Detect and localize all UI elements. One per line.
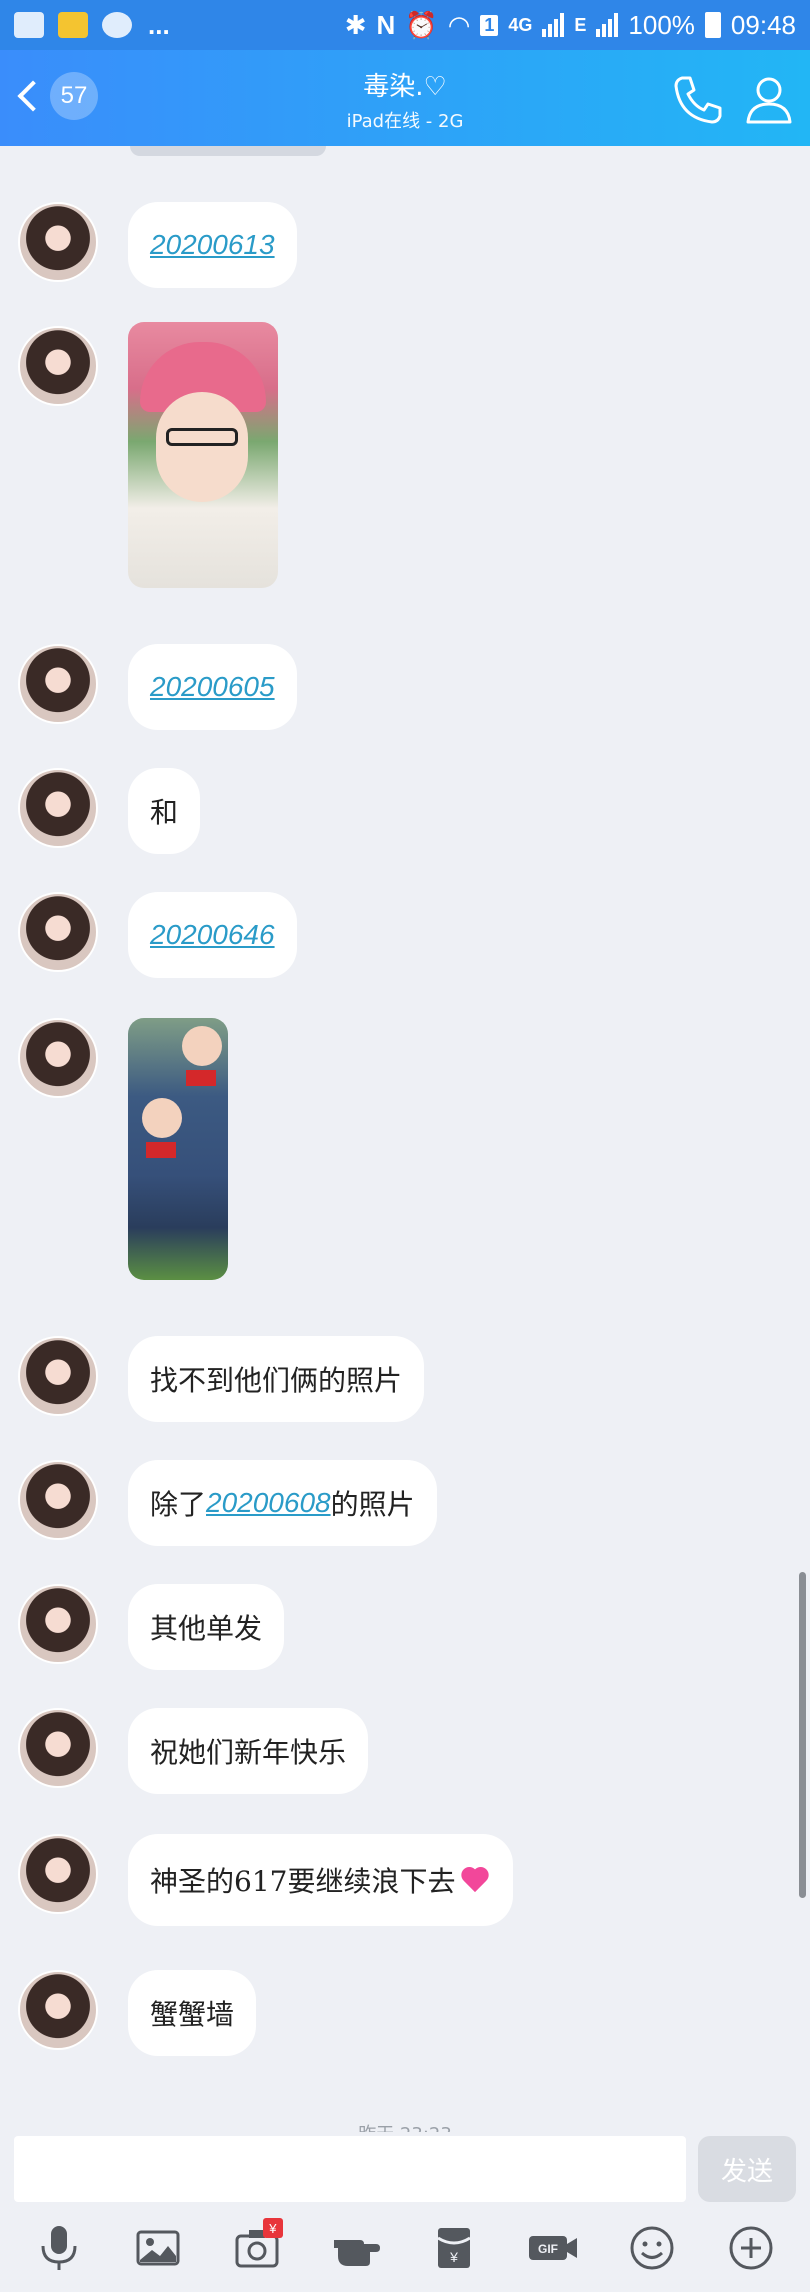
photo-content-face [156, 392, 248, 502]
message-bubble[interactable]: 20200613 [128, 202, 297, 288]
message-text: 祝她们新年快乐 [150, 1736, 347, 1769]
message-bubble[interactable]: 祝她们新年快乐 [128, 1708, 369, 1794]
nfc-icon: N [376, 9, 396, 40]
avatar[interactable] [18, 326, 98, 406]
camera-badge: ¥ [262, 2218, 283, 2238]
message-text: 其他单发 [150, 1612, 263, 1645]
input-bar: 发送 [0, 2132, 810, 2204]
photo-content-person [142, 1098, 182, 1138]
message-bubble[interactable]: 蟹蟹墙 [128, 1970, 257, 2056]
avatar[interactable] [18, 1460, 98, 1540]
person-icon [746, 77, 792, 124]
signal-icon-secondary [596, 13, 619, 37]
avatar[interactable] [18, 1970, 98, 2050]
voice-button[interactable] [29, 2218, 89, 2278]
emoji-icon [630, 2226, 674, 2270]
avatar[interactable] [18, 644, 98, 724]
avatar[interactable] [18, 1708, 98, 1788]
photo-content-person [182, 1026, 222, 1066]
photo-content-scarf [146, 1142, 176, 1158]
more-notifications-indicator: ... [148, 9, 170, 40]
input-toolbar: ¥ ¥ GIF [0, 2204, 810, 2292]
poke-hand-icon [333, 2240, 380, 2266]
heart-emoji-icon [459, 1866, 491, 1894]
photo-message[interactable] [128, 322, 278, 588]
gif-button[interactable]: GIF [523, 2218, 583, 2278]
phone-icon [674, 76, 722, 124]
message-bubble[interactable]: 神圣的617要继续浪下去 [128, 1834, 514, 1926]
gallery-notification-icon [14, 12, 44, 38]
message-text: 神圣的617要继续浪下去 [150, 1865, 456, 1898]
signal-icon [542, 13, 565, 37]
microphone-icon [41, 2226, 77, 2270]
message-text-suffix: 的照片 [330, 1488, 415, 1521]
message-text: 蟹蟹墙 [150, 1998, 235, 2031]
sim-indicator: 1 [480, 14, 499, 36]
gif-icon: GIF [529, 2236, 578, 2260]
message-link[interactable]: 20200613 [150, 229, 275, 261]
message-link[interactable]: 20200608 [206, 1487, 331, 1519]
voice-call-button[interactable] [668, 70, 726, 128]
message-input[interactable] [14, 2136, 686, 2202]
emoji-button[interactable] [622, 2218, 682, 2278]
battery-level: 100% [628, 9, 695, 40]
photo-content-glasses [166, 428, 238, 446]
message-bubble[interactable]: 20200605 [128, 644, 297, 730]
gif-label: GIF [538, 2242, 558, 2256]
image-icon [136, 2230, 180, 2266]
avatar[interactable] [18, 202, 98, 282]
avatar[interactable] [18, 892, 98, 972]
red-packet-label: ¥ [449, 2249, 458, 2265]
poke-button[interactable] [326, 2218, 386, 2278]
camera-button[interactable]: ¥ [227, 2218, 287, 2278]
app-notification-icon [102, 12, 132, 38]
avatar[interactable] [18, 1584, 98, 1664]
red-packet-icon: ¥ [437, 2228, 472, 2268]
message-bubble[interactable]: 其他单发 [128, 1584, 285, 1670]
message-bubble[interactable]: 找不到他们俩的照片 [128, 1336, 425, 1422]
network-type: 4G [508, 14, 533, 35]
scrollbar[interactable] [799, 1572, 806, 1898]
clock: 09:48 [730, 9, 796, 40]
message-list[interactable]: 20200613 20200605 和 20200646 找不到他们俩的照片 除… [0, 146, 810, 2136]
message-link[interactable]: 20200605 [150, 671, 275, 703]
star-app-notification-icon [58, 12, 88, 38]
previous-message-edge [130, 146, 326, 156]
message-bubble[interactable]: 除了 20200608 的照片 [128, 1460, 437, 1546]
red-packet-button[interactable]: ¥ [424, 2218, 484, 2278]
avatar[interactable] [18, 1336, 98, 1416]
profile-button[interactable] [740, 70, 798, 128]
more-button[interactable] [721, 2218, 781, 2278]
avatar[interactable] [18, 1834, 98, 1914]
chat-header: 57 毒染.♡ iPad在线 - 2G [0, 50, 810, 146]
message-text: 找不到他们俩的照片 [150, 1364, 403, 1397]
photo-message[interactable] [128, 1018, 228, 1280]
send-button[interactable]: 发送 [698, 2136, 796, 2202]
message-link[interactable]: 20200646 [150, 919, 275, 951]
message-bubble[interactable]: 20200646 [128, 892, 297, 978]
avatar[interactable] [18, 1018, 98, 1098]
message-bubble[interactable]: 和 [128, 768, 201, 854]
network-type-secondary: E [574, 14, 587, 35]
bluetooth-icon: ✱ [344, 9, 367, 40]
photo-content-scarf [186, 1070, 216, 1086]
alarm-icon: ⏰ [405, 9, 438, 40]
wifi-icon: ◠ [447, 9, 471, 40]
message-text: 和 [150, 796, 179, 829]
status-bar: ... ✱ N ⏰ ◠ 1 4G E 100% 09:48 [0, 0, 810, 50]
message-text-prefix: 除了 [150, 1488, 207, 1521]
avatar[interactable] [18, 768, 98, 848]
battery-icon [704, 12, 721, 38]
image-button[interactable] [128, 2218, 188, 2278]
plus-icon [729, 2226, 773, 2270]
